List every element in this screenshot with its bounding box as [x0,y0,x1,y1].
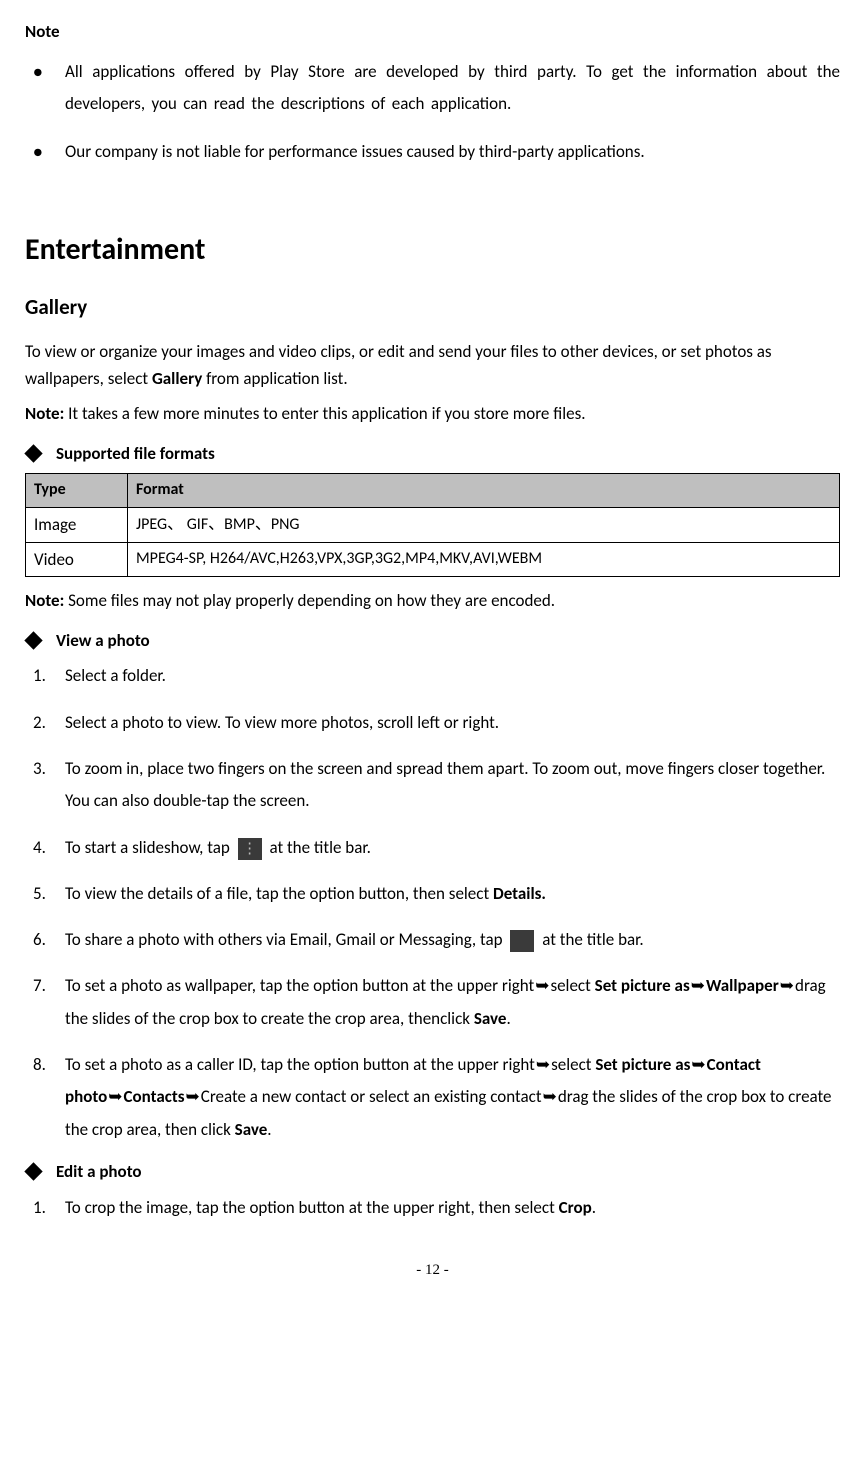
note-label: Note: [25,590,64,611]
diamond-icon [24,631,42,649]
gallery-note: Note: It takes a few more minutes to ent… [25,400,840,427]
list-item: To set a photo as a caller ID, tap the o… [33,1049,840,1146]
th-type: Type [26,474,128,507]
text-bold: Set picture as [595,1054,690,1075]
text: To share a photo with others via Email, … [65,929,506,950]
text: select [550,975,594,996]
text-bold: Crop [559,1197,592,1218]
heading-text: Edit a photo [56,1160,142,1184]
heading-text: View a photo [56,629,150,653]
table-row: Image JPEG、 GIF、BMP、PNG [26,507,840,542]
note-heading: Note [25,20,840,44]
list-item: To view the details of a file, tap the o… [33,878,840,910]
cell-format: JPEG、 GIF、BMP、PNG [128,507,840,542]
arrow-icon: ➥ [780,976,794,995]
table-note: Note: Some files may not play properly d… [25,587,840,614]
page-number: - 12 - [25,1260,840,1281]
list-item: Select a folder. [33,660,840,692]
text: To start a slideshow, tap [65,837,234,858]
section-entertainment: Entertainment [25,229,840,271]
heading-text: Supported file formats [56,442,215,466]
text: To set a photo as wallpaper, tap the opt… [65,975,534,996]
view-photo-steps: Select a folder. Select a photo to view.… [25,660,840,1146]
text-bold: Set picture as [595,975,690,996]
arrow-icon: ➥ [691,1055,705,1074]
text-bold: Save [474,1008,507,1029]
formats-table: Type Format Image JPEG、 GIF、BMP、PNG Vide… [25,473,840,577]
text-bold: Contacts [124,1086,185,1107]
text: To crop the image, tap the option button… [65,1197,559,1218]
cell-type: Image [26,507,128,542]
view-photo-heading: View a photo [25,629,840,653]
list-item: Select a photo to view. To view more pho… [33,707,840,739]
gallery-intro: To view or organize your images and vide… [25,338,840,392]
text: . [506,1008,510,1029]
th-format: Format [128,474,840,507]
edit-photo-heading: Edit a photo [25,1160,840,1184]
arrow-icon: ➥ [186,1087,200,1106]
note-label: Note: [25,403,64,424]
diamond-icon [24,444,42,462]
cell-format: MPEG4-SP, H264/AVC,H263,VPX,3GP,3G2,MP4,… [128,542,840,577]
text: at the title bar. [542,929,643,950]
note-text: Some files may not play properly dependi… [64,590,555,611]
arrow-icon: ➥ [108,1087,122,1106]
text: select [551,1054,595,1075]
list-item: To zoom in, place two fingers on the scr… [33,753,840,818]
text-bold: Gallery [152,368,202,389]
list-item: To start a slideshow, tap at the title b… [33,832,840,864]
note-bullet: All applications offered by Play Store a… [33,56,840,121]
text: To set a photo as a caller ID, tap the o… [65,1054,535,1075]
note-bullet-list: All applications offered by Play Store a… [25,56,840,169]
list-item: To set a photo as wallpaper, tap the opt… [33,970,840,1035]
table-header-row: Type Format [26,474,840,507]
share-icon [510,930,534,952]
list-item: To share a photo with others via Email, … [33,924,840,956]
text: at the title bar. [269,837,370,858]
note-text: It takes a few more minutes to enter thi… [64,403,585,424]
cell-type: Video [26,542,128,577]
table-row: Video MPEG4-SP, H264/AVC,H263,VPX,3GP,3G… [26,542,840,577]
arrow-icon: ➥ [536,1055,550,1074]
text: . [267,1119,271,1140]
text: Create a new contact or select an existi… [201,1086,542,1107]
edit-photo-steps: To crop the image, tap the option button… [25,1192,840,1224]
diamond-icon [24,1163,42,1181]
text-bold: Wallpaper [706,975,779,996]
text-bold: Save [235,1119,268,1140]
text: from application list. [202,368,347,389]
arrow-icon: ➥ [543,1087,557,1106]
arrow-icon: ➥ [535,976,549,995]
slideshow-icon [238,838,262,860]
supported-formats-heading: Supported file formats [25,442,840,466]
subsection-gallery: Gallery [25,293,840,322]
note-bullet: Our company is not liable for performanc… [33,136,840,168]
text: . [592,1197,596,1218]
arrow-icon: ➥ [691,976,705,995]
text: To view the details of a file, tap the o… [65,883,493,904]
list-item: To crop the image, tap the option button… [33,1192,840,1224]
text: To view or organize your images and vide… [25,341,772,389]
text-bold: Details. [493,883,546,904]
